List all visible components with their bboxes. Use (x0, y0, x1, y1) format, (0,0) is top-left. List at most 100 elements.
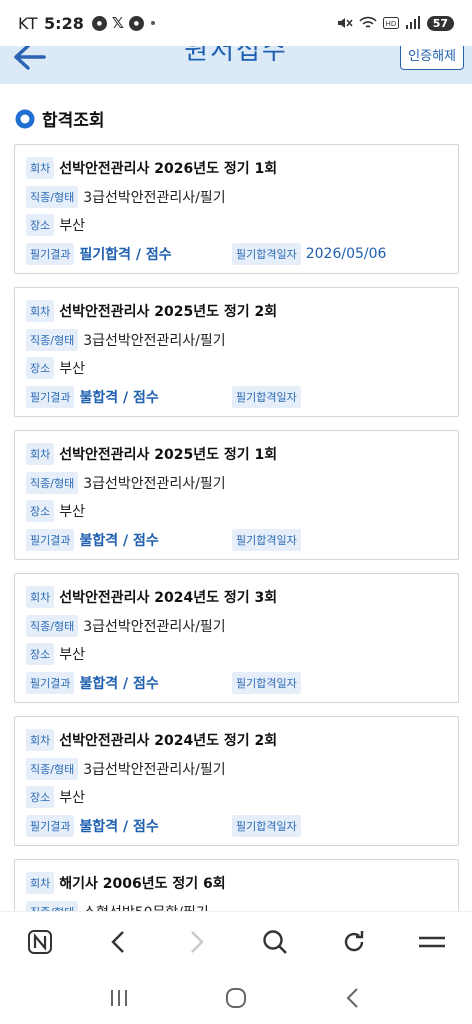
type-row: 직종/형태 3급선박안전관리사/필기 (26, 612, 458, 641)
place-label: 장소 (26, 357, 55, 380)
result-card[interactable]: 회차 선박안전관리사 2025년도 정기 1회 직종/형태 3급선박안전관리사/… (14, 430, 459, 560)
status-bar: KT 5:28 ● 𝕏 ● HD 57 (0, 0, 472, 46)
written-result-group: 필기결과 불합격 / 점수 (26, 814, 232, 837)
type-row: 직종/형태 3급선박안전관리사/필기 (26, 326, 458, 355)
round-value: 선박안전관리사 2025년도 정기 1회 (59, 447, 278, 464)
type-value: 3급선박안전관리사/필기 (83, 761, 226, 778)
written-pass-date-value: 2026/05/06 (305, 245, 387, 262)
written-result-label: 필기결과 (26, 671, 75, 694)
result-row: 필기결과 불합격 / 점수 필기합격일자 (26, 669, 458, 698)
type-label: 직종/형태 (26, 614, 79, 637)
place-value: 부산 (59, 790, 86, 807)
notification-badge-icon: ● (91, 15, 107, 31)
result-row: 필기결과 불합격 / 점수 필기합격일자 (26, 526, 458, 555)
written-pass-date-label: 필기합격일자 (232, 528, 301, 551)
result-list: 회차 선박안전관리사 2026년도 정기 1회 직종/형태 3급선박안전관리사/… (14, 144, 459, 1002)
written-pass-date-label: 필기합격일자 (232, 242, 301, 265)
place-label: 장소 (26, 214, 55, 237)
system-icons: HD 57 (337, 15, 454, 31)
recent-apps-icon[interactable] (104, 983, 134, 1013)
result-card[interactable]: 회차 선박안전관리사 2025년도 정기 2회 직종/형태 3급선박안전관리사/… (14, 287, 459, 417)
mute-icon (337, 18, 353, 28)
round-value: 선박안전관리사 2025년도 정기 2회 (59, 304, 278, 321)
written-result-group: 필기결과 불합격 / 점수 (26, 528, 232, 551)
place-value: 부산 (59, 504, 86, 521)
refresh-icon[interactable] (336, 924, 372, 960)
type-label: 직종/형태 (26, 757, 79, 780)
type-row: 직종/형태 3급선박안전관리사/필기 (26, 755, 458, 784)
place-label: 장소 (26, 786, 55, 809)
result-row: 필기결과 필기합격 / 점수 필기합격일자 2026/05/06 (26, 240, 458, 269)
svg-text:HD: HD (385, 20, 396, 28)
back-icon[interactable] (100, 924, 136, 960)
round-label: 회차 (26, 872, 55, 895)
place-row: 장소 부산 (26, 211, 458, 240)
place-label: 장소 (26, 643, 55, 666)
naver-home-icon[interactable] (22, 924, 58, 960)
round-label: 회차 (26, 300, 55, 323)
place-row: 장소 부산 (26, 640, 458, 669)
type-label: 직종/형태 (26, 471, 79, 494)
round-label: 회차 (26, 157, 55, 180)
system-navbar (0, 971, 472, 1024)
written-result-group: 필기결과 불합격 / 점수 (26, 385, 232, 408)
round-row: 회차 선박안전관리사 2025년도 정기 2회 (26, 297, 458, 326)
written-result-label: 필기결과 (26, 814, 75, 837)
type-value: 3급선박안전관리사/필기 (83, 475, 226, 492)
hd-icon: HD (382, 17, 399, 29)
section-header: 합격조회 (14, 106, 105, 131)
round-label: 회차 (26, 729, 55, 752)
browser-toolbar (0, 911, 472, 971)
written-result-value[interactable]: 불합격 / 점수 (79, 530, 158, 550)
round-row: 회차 선박안전관리사 2024년도 정기 2회 (26, 726, 458, 755)
type-row: 직종/형태 3급선박안전관리사/필기 (26, 183, 458, 212)
place-value: 부산 (59, 361, 86, 378)
round-value: 해기사 2006년도 정기 6회 (59, 876, 226, 893)
menu-icon[interactable] (414, 924, 450, 960)
result-card[interactable]: 회차 선박안전관리사 2026년도 정기 1회 직종/형태 3급선박안전관리사/… (14, 144, 459, 274)
signal-icon (405, 16, 420, 29)
clock: 5:28 (44, 13, 84, 33)
carrier-name: KT (18, 13, 39, 33)
round-value: 선박안전관리사 2024년도 정기 2회 (59, 733, 278, 750)
place-row: 장소 부산 (26, 354, 458, 383)
place-label: 장소 (26, 500, 55, 523)
written-result-value[interactable]: 불합격 / 점수 (79, 816, 158, 836)
type-value: 3급선박안전관리사/필기 (83, 618, 226, 635)
result-card[interactable]: 회차 선박안전관리사 2024년도 정기 3회 직종/형태 3급선박안전관리사/… (14, 573, 459, 703)
round-value: 선박안전관리사 2026년도 정기 1회 (59, 161, 278, 178)
written-pass-date-label: 필기합격일자 (232, 671, 301, 694)
type-label: 직종/형태 (26, 185, 79, 208)
home-icon[interactable] (221, 983, 251, 1013)
search-icon[interactable] (257, 924, 293, 960)
forward-icon[interactable] (179, 924, 215, 960)
more-dot-icon (150, 21, 155, 25)
written-result-group: 필기결과 필기합격 / 점수 (26, 242, 232, 265)
notification-icons: ● 𝕏 ● (91, 14, 155, 32)
written-result-value[interactable]: 불합격 / 점수 (79, 673, 158, 693)
round-row: 회차 선박안전관리사 2025년도 정기 1회 (26, 440, 458, 469)
x-app-icon: 𝕏 (111, 14, 124, 32)
round-label: 회차 (26, 586, 55, 609)
written-result-group: 필기결과 불합격 / 점수 (26, 671, 232, 694)
round-row: 회차 선박안전관리사 2026년도 정기 1회 (26, 154, 458, 183)
talk-icon: ● (128, 15, 144, 31)
type-value: 3급선박안전관리사/필기 (83, 332, 226, 349)
app-header: 원서접수 인증해제 (0, 46, 472, 84)
written-pass-date-label: 필기합격일자 (232, 385, 301, 408)
bullet-circle-icon (15, 109, 35, 128)
type-value: 3급선박안전관리사/필기 (83, 189, 226, 206)
place-value: 부산 (59, 218, 86, 235)
round-label: 회차 (26, 443, 55, 466)
result-card[interactable]: 회차 선박안전관리사 2024년도 정기 2회 직종/형태 3급선박안전관리사/… (14, 716, 459, 846)
release-auth-button[interactable]: 인증해제 (400, 46, 464, 70)
place-value: 부산 (59, 647, 86, 664)
written-result-label: 필기결과 (26, 385, 75, 408)
nav-back-icon[interactable] (338, 983, 368, 1013)
type-row: 직종/형태 3급선박안전관리사/필기 (26, 469, 458, 498)
written-result-value[interactable]: 불합격 / 점수 (79, 387, 158, 407)
written-result-value[interactable]: 필기합격 / 점수 (79, 244, 171, 264)
place-row: 장소 부산 (26, 497, 458, 526)
round-row: 회차 해기사 2006년도 정기 6회 (26, 869, 458, 898)
result-row: 필기결과 불합격 / 점수 필기합격일자 (26, 383, 458, 412)
